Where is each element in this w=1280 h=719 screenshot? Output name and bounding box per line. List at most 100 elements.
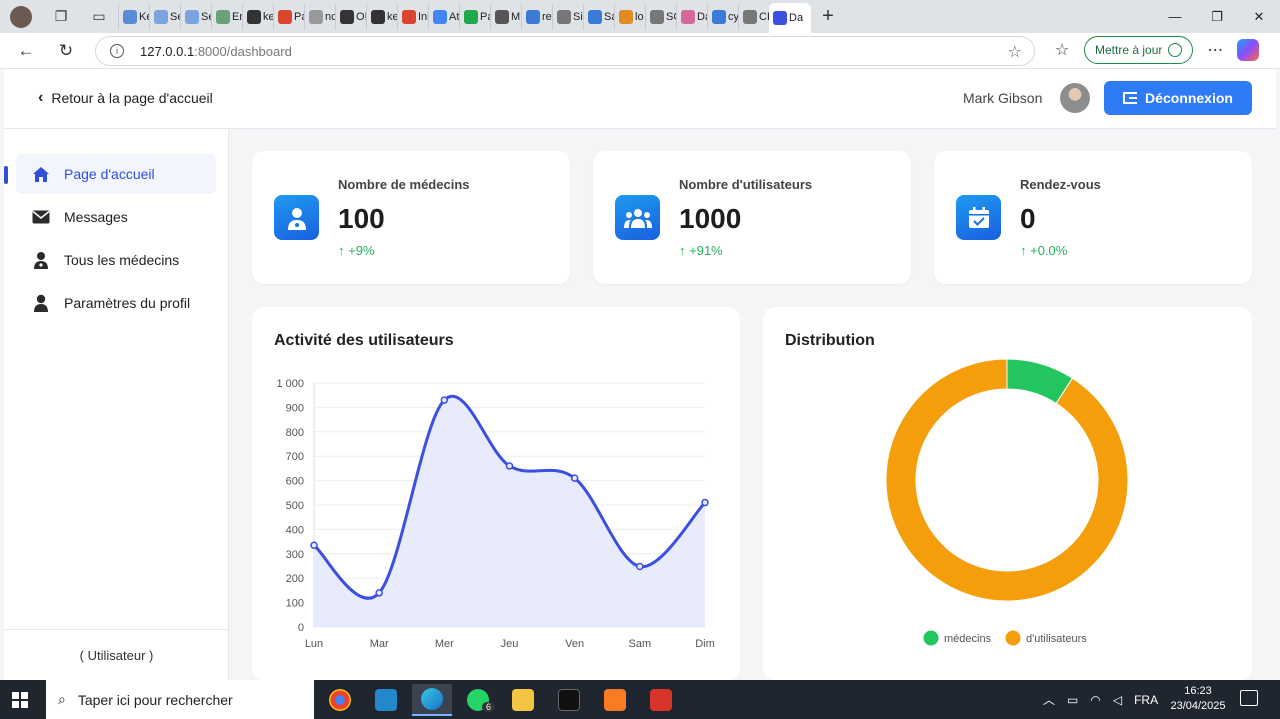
stat-delta: ↑ +91% bbox=[679, 243, 723, 258]
edge-app-icon[interactable] bbox=[412, 684, 452, 716]
sidebar-item-label: Paramètres du profil bbox=[64, 295, 191, 311]
data-point[interactable] bbox=[636, 562, 644, 571]
sidebar-item-messages[interactable]: Messages bbox=[16, 197, 216, 237]
tab-favicon bbox=[681, 9, 695, 24]
wifi-icon[interactable]: ◠ bbox=[1090, 693, 1100, 707]
logout-button[interactable]: Déconnexion bbox=[1104, 81, 1252, 115]
tab-actions-icon[interactable]: ▭ bbox=[88, 6, 110, 28]
y-tick-label: 0 bbox=[298, 622, 304, 634]
more-menu-icon[interactable]: ⋯ bbox=[1203, 40, 1227, 60]
data-point[interactable] bbox=[375, 589, 383, 597]
windows-start-icon[interactable] bbox=[12, 692, 28, 708]
activity-chart: 0 100 200 300 400 500 600 700 800 900 1 000 Lun Mar M… bbox=[276, 378, 714, 650]
x-tick-label: Ven bbox=[565, 638, 584, 650]
tab-favicon bbox=[247, 9, 261, 24]
clock[interactable]: 16:23 23/04/2025 bbox=[1168, 684, 1228, 714]
volume-icon[interactable]: ◁ bbox=[1113, 693, 1122, 707]
distribution-card: Distribution médecins d'utilisateurs bbox=[763, 307, 1252, 680]
browser-tab[interactable]: ke bbox=[366, 3, 397, 30]
sidebar-item-doctors[interactable]: Tous les médecins bbox=[16, 240, 216, 280]
back-home-link[interactable]: ‹ Retour à la page d'accueil bbox=[38, 89, 213, 107]
whatsapp-badge: 6 bbox=[482, 702, 496, 712]
url-path: :8000/dashboard bbox=[194, 43, 292, 59]
browser-tab[interactable]: nc bbox=[304, 3, 335, 30]
browser-tab[interactable]: Pa bbox=[273, 3, 304, 30]
x-tick-label: Mer bbox=[435, 638, 454, 650]
favorite-star-icon[interactable]: ☆ bbox=[1008, 42, 1022, 62]
copilot-icon[interactable] bbox=[1237, 39, 1260, 61]
browser-tab[interactable]: re bbox=[521, 3, 552, 30]
tab-active[interactable]: Da ✕ bbox=[769, 3, 811, 33]
whatsapp-app-icon[interactable]: 6 bbox=[458, 684, 498, 716]
profile-avatar[interactable] bbox=[10, 5, 32, 28]
browser-tab[interactable]: En bbox=[211, 3, 242, 30]
browser-tab[interactable]: O! bbox=[335, 3, 366, 30]
data-point[interactable] bbox=[570, 474, 579, 482]
tab-label: SC bbox=[666, 10, 676, 23]
url-field[interactable]: i 127.0.0.1 :8000/dashboard ☆ bbox=[95, 36, 1035, 66]
favorites-icon[interactable]: ☆ bbox=[1050, 40, 1074, 60]
chevron-up-icon[interactable]: ︿ bbox=[1043, 691, 1055, 708]
browser-tab[interactable]: Se bbox=[180, 3, 211, 30]
chrome-app-icon[interactable] bbox=[320, 684, 360, 716]
battery-icon[interactable]: ▭ bbox=[1067, 693, 1078, 707]
browser-tab[interactable]: M bbox=[490, 3, 521, 30]
browser-tab[interactable]: Se bbox=[149, 3, 180, 30]
browser-tab[interactable]: Ini bbox=[397, 3, 428, 30]
browser-tab[interactable]: lo bbox=[614, 3, 645, 30]
tab-favicon bbox=[278, 9, 292, 24]
user-avatar[interactable] bbox=[1060, 83, 1090, 113]
chevron-left-icon: ‹ bbox=[38, 89, 44, 106]
browser-tab[interactable]: CF bbox=[738, 3, 769, 30]
minimize-button[interactable]: — bbox=[1154, 0, 1196, 33]
y-tick-label: 500 bbox=[286, 500, 304, 512]
vscode-app-icon[interactable] bbox=[366, 684, 406, 716]
stat-value: 100 bbox=[338, 203, 385, 234]
close-window-button[interactable]: ✕ bbox=[1238, 0, 1280, 33]
data-point[interactable] bbox=[701, 498, 709, 507]
site-info-icon[interactable]: i bbox=[110, 44, 124, 58]
data-point[interactable] bbox=[310, 541, 318, 550]
tab-label: Ini bbox=[418, 10, 428, 23]
active-indicator bbox=[4, 166, 8, 184]
browser-tab[interactable]: ke bbox=[242, 3, 273, 30]
stat-card-users: Nombre d'utilisateurs 1000 ↑ +91% bbox=[593, 151, 911, 284]
back-arrow-icon[interactable]: ← bbox=[12, 37, 40, 65]
browser-tab[interactable]: Sa bbox=[583, 3, 614, 30]
tab-favicon bbox=[619, 9, 633, 24]
browser-tab[interactable]: Ke bbox=[118, 3, 149, 30]
tool-app-icon[interactable] bbox=[641, 684, 681, 716]
browser-tab[interactable]: Pa bbox=[459, 3, 490, 30]
browser-tab[interactable]: SC bbox=[645, 3, 676, 30]
sidebar-item-home[interactable]: Page d'accueil bbox=[16, 154, 216, 194]
browser-tab[interactable]: At bbox=[428, 3, 459, 30]
tab-label: re bbox=[542, 10, 552, 23]
donut-slice[interactable] bbox=[885, 358, 1129, 602]
legend-label: médecins bbox=[944, 633, 992, 645]
workspaces-icon[interactable]: ❐ bbox=[50, 6, 72, 28]
sidebar-item-profile-settings[interactable]: Paramètres du profil bbox=[16, 283, 216, 323]
new-tab-button[interactable]: + bbox=[811, 5, 845, 28]
tab-favicon bbox=[371, 9, 385, 24]
browser-tab[interactable]: cy bbox=[707, 3, 738, 30]
terminal-app-icon[interactable] bbox=[549, 684, 589, 716]
language-indicator[interactable]: FRA bbox=[1134, 693, 1158, 707]
notification-icon[interactable] bbox=[1240, 690, 1258, 706]
browser-tab[interactable]: Da bbox=[676, 3, 707, 30]
doctor-icon bbox=[32, 251, 50, 269]
taskbar-search[interactable]: ⌕ Taper ici pour rechercher bbox=[46, 680, 314, 719]
data-point[interactable] bbox=[440, 396, 449, 404]
browser-tab[interactable]: Sir bbox=[552, 3, 583, 30]
file-explorer-icon[interactable] bbox=[503, 684, 543, 716]
logout-label: Déconnexion bbox=[1145, 90, 1233, 106]
tab-favicon bbox=[309, 9, 323, 24]
users-icon bbox=[615, 195, 660, 240]
data-point[interactable] bbox=[505, 462, 514, 470]
stat-value: 0 bbox=[1020, 203, 1036, 234]
tab-favicon bbox=[743, 9, 757, 24]
reload-icon[interactable]: ↻ bbox=[52, 37, 80, 65]
tab-favicon bbox=[340, 9, 354, 24]
xampp-app-icon[interactable] bbox=[595, 684, 635, 716]
update-button[interactable]: Mettre à jour bbox=[1084, 36, 1194, 64]
restore-button[interactable]: ❐ bbox=[1196, 0, 1238, 33]
